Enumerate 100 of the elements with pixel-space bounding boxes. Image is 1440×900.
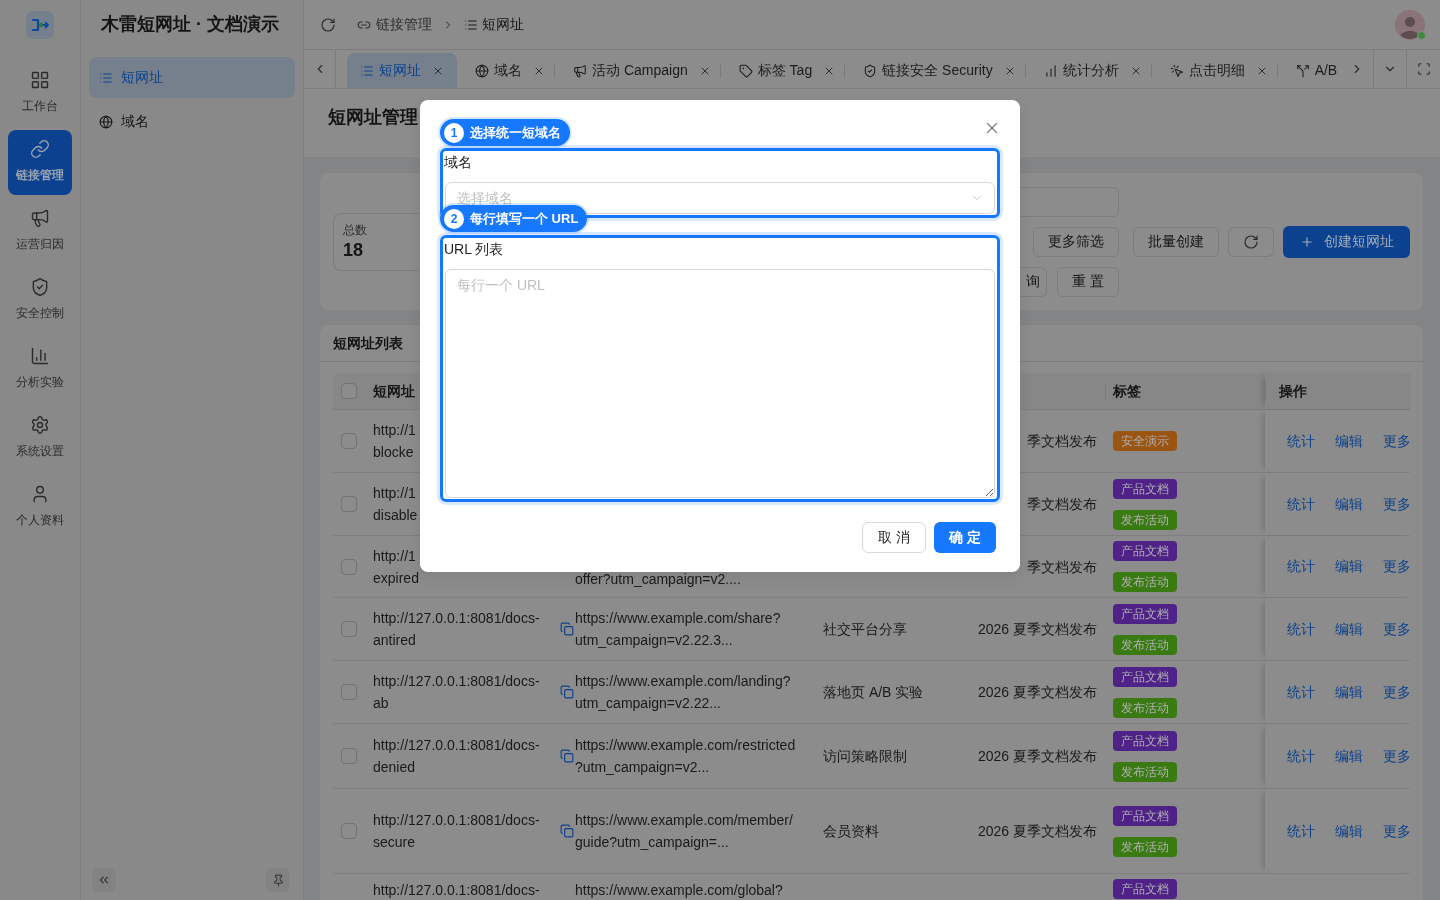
tab[interactable]: A/B [1277,53,1340,88]
pointer-click-icon [1169,63,1184,78]
create-button[interactable]: 创建短网址 [1283,225,1410,258]
batch-create-button[interactable]: 批量创建 [1133,226,1219,257]
cancel-button[interactable]: 取 消 [862,522,927,553]
table-cell-text: http://1 expired [373,546,419,588]
action-link[interactable]: 更多 [1383,430,1411,452]
action-link[interactable]: 编辑 [1335,430,1363,452]
action-link[interactable]: 更多 [1383,618,1411,640]
action-link[interactable]: 编辑 [1335,745,1363,767]
tag: 产品文档 [1113,666,1177,687]
table-cell-text: http://127.0.0.1:8081/docs-ab [373,672,541,713]
action-link[interactable]: 更多 [1383,556,1411,577]
breadcrumb-link[interactable]: 短网址 [464,14,524,35]
tab[interactable]: 标签 Tag [720,53,845,88]
action-link[interactable]: 统计 [1287,556,1315,577]
grid-icon [30,70,50,90]
settings-icon [30,415,50,435]
action-link[interactable]: 统计 [1287,820,1315,842]
more-filters-button[interactable]: 更多筛选 [1033,226,1119,257]
copy-icon[interactable] [560,824,574,838]
pin-button[interactable] [266,868,290,892]
rail-item[interactable]: 安全控制 [8,268,72,333]
action-link[interactable]: 统计 [1287,618,1315,640]
collapse-button[interactable] [92,868,116,892]
tag: 产品文档 [1113,730,1177,751]
action-link[interactable]: 更多 [1383,681,1411,703]
rail-item[interactable]: 链接管理 [8,130,72,195]
list-icon [464,17,478,32]
avatar-icon[interactable] [1395,9,1425,40]
rail-item[interactable]: 运营归因 [8,199,72,264]
action-link[interactable]: 编辑 [1335,618,1363,640]
confirm-button[interactable]: 确 定 [934,522,996,553]
checkbox[interactable] [341,621,357,637]
list-icon [99,70,113,85]
table-cell-text: 季文档发布 [1027,432,1097,451]
table-cell-text: https://www.example.com/landing? utm_campaign=v2.22... [575,672,791,713]
tab[interactable]: 短网址 [347,53,457,88]
list-icon [360,63,374,78]
action-link[interactable]: 编辑 [1335,820,1363,842]
rail-item[interactable]: 个人资料 [8,475,72,540]
action-link[interactable]: 统计 [1287,430,1315,452]
step-number: 2 [444,208,464,229]
globe-icon [99,114,113,129]
action-link[interactable]: 统计 [1287,493,1315,515]
column-header: 短网址 [373,381,415,401]
bar-chart-icon [30,346,50,366]
checkbox[interactable] [341,433,357,449]
checkbox[interactable] [341,748,357,764]
action-link[interactable]: 编辑 [1335,493,1363,515]
checkbox[interactable] [341,684,357,700]
table-cell: http://127.0.0.1:8081/docs- [373,881,540,899]
action-link[interactable]: 更多 [1383,820,1411,842]
fullscreen-icon [1416,62,1431,76]
tab[interactable]: 链接安全 Security [845,53,1025,88]
checkbox[interactable] [341,496,357,512]
logo-icon[interactable] [26,11,54,39]
action-link[interactable]: 编辑 [1335,681,1363,703]
menu-item[interactable]: 域名 [89,101,295,142]
action-link[interactable]: 编辑 [1335,556,1363,577]
refresh-button[interactable] [1228,226,1274,257]
table-title: 短网址列表 [333,333,403,353]
megaphone-icon [573,63,587,78]
url-textarea[interactable]: 每行一个 URL [445,269,995,498]
tab[interactable]: 统计分析 [1025,53,1151,88]
tag: 安全演示 [1113,431,1177,451]
shield-check-icon [863,63,878,78]
plus-icon [1299,234,1314,249]
tab[interactable]: 点击明细 [1151,53,1277,88]
table-cell-text: 2026 夏季文档发布 [977,683,1097,702]
filter-button[interactable]: 询 [1019,266,1047,297]
action-link[interactable]: 更多 [1383,493,1411,515]
action-link[interactable]: 统计 [1287,681,1315,703]
copy-icon[interactable] [560,685,574,699]
table-cell-text: 访问策略限制 [823,747,907,766]
step-label: 选择统一短域名 [470,123,561,142]
checkbox[interactable] [341,823,357,839]
tag: 发布活动 [1113,836,1177,857]
breadcrumb-link[interactable]: 链接管理 [357,14,432,35]
tab[interactable]: 活动 Campaign [555,53,720,88]
rail-item[interactable]: 系统设置 [8,406,72,471]
refresh-icon[interactable] [320,16,336,33]
table-cell-text: 2026 夏季文档发布 [977,747,1097,766]
filter-button[interactable]: 重 置 [1057,266,1119,297]
action-link[interactable]: 更多 [1383,745,1411,767]
rail-item[interactable]: 工作台 [8,61,72,126]
copy-icon[interactable] [560,622,574,636]
copy-icon[interactable] [560,749,574,763]
column-header: 标签 [1113,381,1141,401]
menu-item[interactable]: 短网址 [89,57,295,98]
pin-icon [271,873,285,887]
field-label: URL 列表 [444,240,505,259]
table-cell-text: 会员资料 [823,822,879,841]
checkbox[interactable] [341,558,357,575]
link-icon [30,139,50,159]
checkbox[interactable] [341,383,357,399]
megaphone-icon [30,208,50,228]
tab[interactable]: 域名 [457,53,554,88]
action-link[interactable]: 统计 [1287,745,1315,767]
rail-item[interactable]: 分析实验 [8,337,72,402]
